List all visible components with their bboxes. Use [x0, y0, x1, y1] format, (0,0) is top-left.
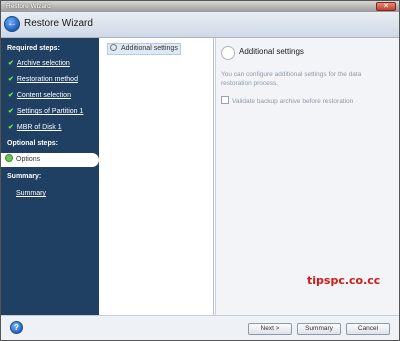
next-button[interactable]: Next >: [248, 323, 292, 335]
settings-icon: [221, 46, 235, 60]
cancel-button[interactable]: Cancel: [346, 323, 390, 335]
wizard-header: ← Restore Wizard: [1, 12, 399, 38]
step-restoration-method[interactable]: ✔ Restoration method: [8, 75, 78, 85]
required-steps-heading: Required steps:: [7, 45, 60, 52]
step-settings-partition[interactable]: ✔ Settings of Partition 1: [8, 107, 83, 117]
step-content-selection[interactable]: ✔ Content selection: [8, 91, 71, 101]
summary-button[interactable]: Summary: [297, 323, 341, 335]
tree-item-additional-settings[interactable]: Additional settings: [107, 43, 181, 55]
help-icon[interactable]: ?: [10, 321, 23, 334]
options-tree: Additional settings: [100, 38, 214, 315]
footer-bar: ? Next > Summary Cancel: [1, 315, 399, 340]
check-icon: ✔: [8, 124, 14, 131]
step-mbr-disk[interactable]: ✔ MBR of Disk 1: [8, 123, 62, 133]
step-options[interactable]: Options: [1, 153, 99, 167]
steps-sidebar: Required steps: ✔ Archive selection ✔ Rest…: [1, 38, 99, 315]
check-icon: ✔: [8, 92, 14, 99]
current-step-icon: [5, 154, 13, 162]
wizard-title: Restore Wizard: [24, 18, 93, 29]
close-button[interactable]: ✕: [376, 2, 396, 11]
summary-heading: Summary:: [7, 173, 42, 180]
back-arrow-icon[interactable]: ←: [4, 16, 20, 32]
step-archive-selection[interactable]: ✔ Archive selection: [8, 59, 70, 69]
check-icon: ✔: [8, 108, 14, 115]
validate-checkbox[interactable]: [221, 96, 229, 104]
panel-title: Additional settings: [239, 47, 304, 56]
settings-panel: Additional settings You can configure ad…: [215, 38, 399, 315]
check-icon: ✔: [8, 76, 14, 83]
panel-description: You can configure additional settings fo…: [221, 71, 362, 87]
check-icon: ✔: [8, 60, 14, 67]
window-title: Restore Wizard: [6, 3, 51, 10]
optional-steps-heading: Optional steps:: [7, 140, 58, 147]
validate-checkbox-row[interactable]: Validate backup archive before restorati…: [221, 96, 353, 106]
watermark-text: tipspc.co.cc: [307, 274, 381, 287]
summary-link[interactable]: Summary: [16, 190, 46, 197]
title-bar: Restore Wizard ✕: [1, 1, 399, 12]
restore-wizard-window: Restore Wizard ✕ ← Restore Wizard Requir…: [0, 0, 400, 341]
tree-node-icon: [110, 44, 117, 51]
